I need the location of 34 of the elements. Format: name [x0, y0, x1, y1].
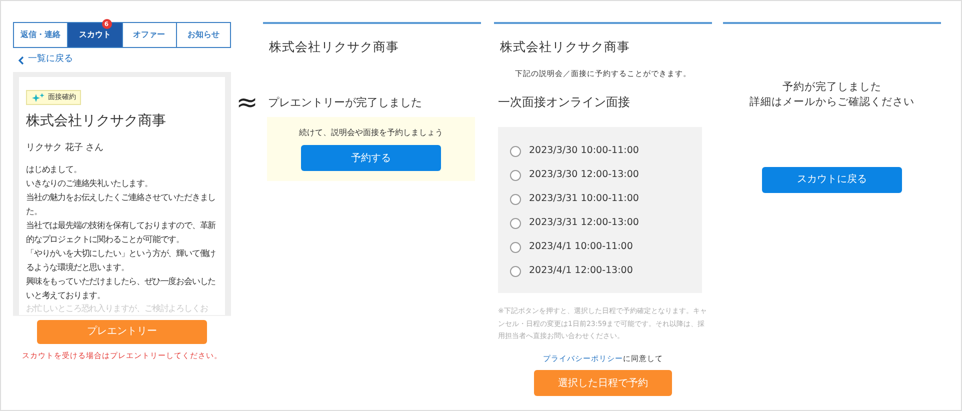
- event-title: 一次面接オンライン面接: [498, 94, 631, 111]
- slot-label: 2023/3/31 12:00-13:00: [529, 216, 639, 230]
- slot-label: 2023/3/31 10:00-11:00: [529, 192, 639, 206]
- message-text: いきなりのご連絡失礼いたします。: [26, 176, 154, 190]
- prompt-text: 続けて、説明会や面接を予約しましょう: [299, 127, 443, 140]
- radio-button[interactable]: [510, 242, 521, 252]
- status-text: プレエントリーが完了しました: [268, 94, 423, 111]
- completion-message: 予約が完了しました 詳細はメールからご確認ください: [748, 80, 916, 110]
- message-text: 「やりがいを大切にしたい」という方が、輝いて働けるような環境だと思います。: [26, 246, 217, 274]
- radio-button[interactable]: [510, 266, 521, 276]
- company-name: 株式会社リクサク商事: [269, 38, 400, 56]
- message-text: はじめまして。: [26, 162, 82, 176]
- reserve-button[interactable]: 予約する: [301, 145, 441, 172]
- radio-button[interactable]: [510, 146, 521, 156]
- company-name: 株式会社リクサク商事: [500, 38, 631, 56]
- radio-button[interactable]: [510, 170, 521, 180]
- back-to-scout-button[interactable]: スカウトに戻る: [762, 166, 902, 192]
- radio-button[interactable]: [510, 218, 521, 228]
- message-text: 当社の魅力をお伝えしたくご連絡させていただきました。: [26, 190, 217, 218]
- reserve-selected-button[interactable]: 選択した日程で予約: [534, 370, 672, 396]
- recipient-name: リクサク 花子 さん: [26, 142, 105, 155]
- company-name: 株式会社リクサク商事: [26, 112, 167, 131]
- slot-label: 2023/4/1 10:00-11:00: [529, 240, 633, 254]
- back-link[interactable]: 一覧に戻る: [18, 53, 73, 67]
- chevron-left-icon: [18, 56, 24, 64]
- slot-label: 2023/3/30 12:00-13:00: [529, 168, 639, 182]
- slot-label: 2023/3/30 10:00-11:00: [529, 144, 639, 158]
- sparkle-icon: [31, 93, 45, 102]
- message-text: 興味をもっていただけましたら、ぜひ一度お会いしたいと考えております。: [26, 274, 217, 302]
- approx-sign: ≈: [235, 87, 259, 120]
- pre-entry-button[interactable]: プレエントリー: [37, 320, 207, 344]
- slot-label: 2023/4/1 12:00-13:00: [529, 264, 633, 278]
- radio-button[interactable]: [510, 194, 521, 204]
- message-text: 当社では最先端の技術を保有しておりますので、革新的なプロジェクトに関わることが可能です。: [26, 218, 217, 246]
